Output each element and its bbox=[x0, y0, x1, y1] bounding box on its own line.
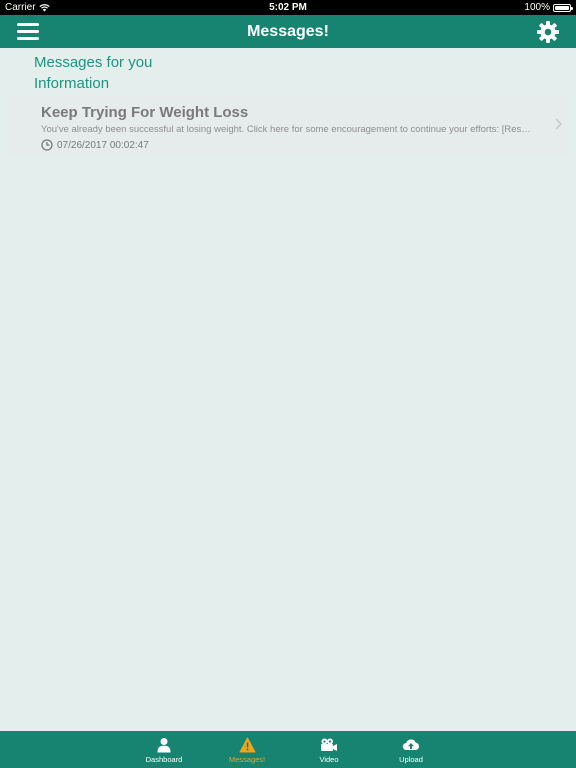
tab-dashboard[interactable]: Dashboard bbox=[129, 731, 199, 768]
section-title-information: Information bbox=[34, 75, 110, 92]
message-title: Keep Trying For Weight Loss bbox=[41, 104, 249, 121]
tab-label-messages: Messages! bbox=[228, 755, 266, 764]
nav-bar: Messages! bbox=[0, 15, 576, 48]
clock-icon bbox=[41, 139, 53, 151]
tab-messages[interactable]: Messages! bbox=[212, 731, 282, 768]
battery-info: 100% bbox=[524, 2, 573, 13]
message-timestamp-text: 07/26/2017 00:02:47 bbox=[57, 139, 149, 151]
warning-icon bbox=[239, 737, 255, 753]
battery-percent: 100% bbox=[524, 2, 550, 13]
status-bar: Carrier 5:02 PM 100% bbox=[0, 0, 576, 15]
section-title-messages: Messages for you bbox=[34, 54, 153, 71]
gear-icon[interactable] bbox=[536, 20, 560, 44]
page-title: Messages! bbox=[247, 23, 329, 40]
status-time: 5:02 PM bbox=[269, 2, 307, 13]
video-camera-icon bbox=[321, 738, 337, 751]
message-timestamp: 07/26/2017 00:02:47 bbox=[41, 139, 149, 151]
person-icon bbox=[157, 738, 171, 753]
tab-label-upload: Upload bbox=[399, 755, 423, 764]
tab-label-video: Video bbox=[319, 755, 339, 764]
message-list-item[interactable]: Keep Trying For Weight Loss You've alrea… bbox=[8, 96, 568, 155]
tab-video[interactable]: Video bbox=[294, 731, 364, 768]
chevron-right-icon bbox=[555, 118, 562, 130]
tab-bar: Dashboard Messages! Video Upload bbox=[0, 731, 576, 768]
tab-label-dashboard: Dashboard bbox=[145, 755, 183, 764]
message-preview: You've already been successful at losing… bbox=[41, 124, 531, 135]
battery-icon bbox=[553, 3, 573, 12]
tab-upload[interactable]: Upload bbox=[376, 731, 446, 768]
cloud-upload-icon bbox=[402, 739, 420, 751]
